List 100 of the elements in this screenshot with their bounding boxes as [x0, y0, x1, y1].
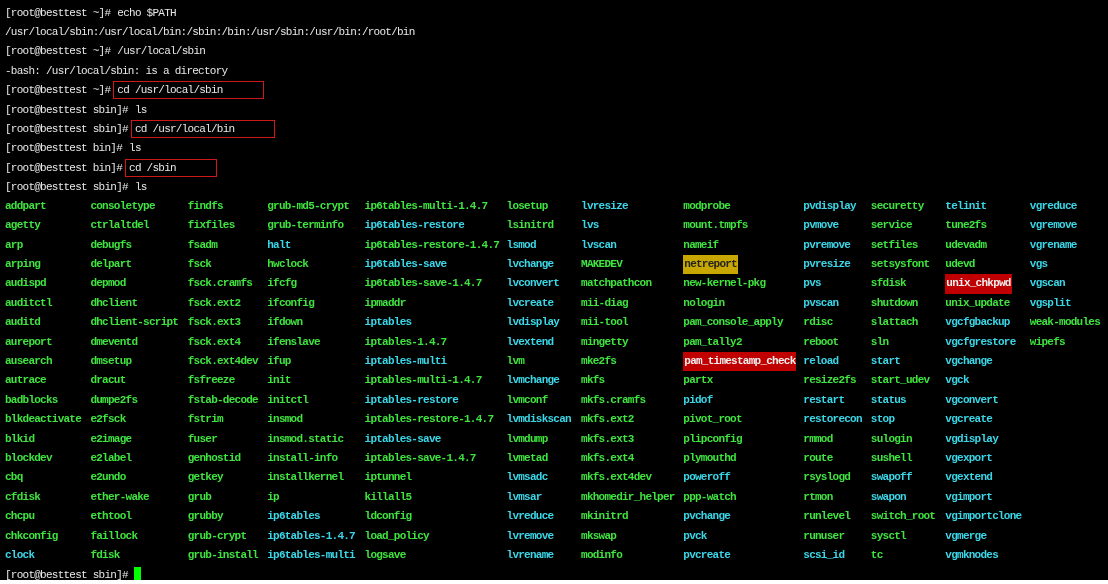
- command-text: /usr/local/sbin: [116, 44, 207, 60]
- file-name: ip6tables-restore: [364, 218, 464, 234]
- file-name: mkswap: [581, 528, 617, 544]
- file-name: vgmerge: [945, 528, 987, 544]
- file-name: e2label: [90, 451, 132, 466]
- highlighted-command: cd /usr/local/bin: [130, 120, 276, 139]
- shell-prompt: [root@besttest sbin]#: [5, 103, 128, 116]
- file-name: insmod: [267, 412, 303, 428]
- file-name: vgrename: [1029, 237, 1077, 253]
- file-name: pivot_root: [683, 412, 742, 428]
- file-name: agetty: [5, 218, 41, 234]
- file-name: securetty: [870, 198, 924, 214]
- file-name: autrace: [5, 373, 46, 389]
- file-name: lvmdiskscan: [506, 412, 571, 428]
- file-name: fsck.ext4: [187, 334, 241, 350]
- file-name: pvscan: [803, 295, 839, 311]
- file-name: iptables-restore-1.4.7: [364, 412, 494, 428]
- file-name: faillock: [90, 528, 138, 544]
- file-name: chcpu: [5, 509, 35, 525]
- file-name: auditctl: [5, 295, 52, 311]
- file-name: lvmconf: [506, 392, 548, 408]
- file-name: fdisk: [90, 547, 120, 563]
- file-name: arping: [5, 257, 41, 273]
- file-name: swapoff: [870, 470, 912, 486]
- file-name: vgremove: [1029, 218, 1077, 234]
- file-name: lvmchange: [506, 373, 560, 389]
- file-name: grub-install: [187, 547, 258, 563]
- file-name: dmeventd: [90, 334, 138, 350]
- file-name: udevadm: [945, 237, 987, 253]
- file-name: lvconvert: [506, 276, 560, 292]
- file-name: mkhomedir_helper: [581, 489, 675, 505]
- highlighted-command: cd /sbin: [125, 158, 217, 177]
- shell-prompt: [root@besttest sbin]#: [5, 569, 128, 580]
- file-name: mke2fs: [581, 354, 617, 370]
- output-line: -bash: /usr/local/sbin: is a directory: [5, 64, 228, 77]
- file-name: hwclock: [267, 257, 309, 273]
- file-name: arp: [5, 237, 23, 253]
- file-name: pvck: [683, 528, 707, 544]
- file-name: pvcreate: [683, 547, 731, 563]
- file-name: fuser: [187, 431, 217, 447]
- file-name: sln: [870, 334, 889, 350]
- file-name: dracut: [90, 373, 126, 389]
- file-name: unix_update: [945, 295, 1010, 311]
- file-name: fsck.ext3: [187, 315, 241, 331]
- file-name: mingetty: [581, 334, 628, 350]
- file-name: delpart: [90, 257, 132, 273]
- file-name: lvremove: [506, 528, 554, 544]
- file-name: halt: [267, 237, 291, 253]
- file-name: iptables-multi: [364, 354, 447, 370]
- file-name: service: [870, 218, 912, 234]
- file-name: sulogin: [870, 431, 912, 447]
- file-name: killall5: [364, 489, 412, 505]
- file-name: plymouthd: [683, 451, 736, 466]
- file-name: audispd: [5, 276, 46, 292]
- file-name: lvs: [581, 218, 599, 234]
- shell-prompt: [root@besttest ~]#: [5, 45, 111, 58]
- file-name: mkfs: [581, 373, 605, 389]
- file-name: initctl: [267, 392, 309, 408]
- file-name: mount.tmpfs: [683, 218, 748, 234]
- file-name: lsinitrd: [506, 218, 554, 234]
- file-name: sushell: [870, 451, 912, 466]
- file-name: ip6tables-1.4.7: [267, 528, 355, 544]
- file-name: weak-modules: [1029, 315, 1100, 331]
- file-name: cbq: [5, 470, 23, 486]
- file-name: vgreduce: [1029, 198, 1077, 214]
- file-name: setfiles: [870, 237, 918, 253]
- file-name: ldconfig: [364, 509, 412, 525]
- file-name: shutdown: [870, 295, 918, 311]
- file-name: reload: [803, 354, 839, 370]
- file-name: ip: [267, 489, 279, 505]
- file-name: fsck: [187, 257, 212, 273]
- file-name: ip6tables-multi: [267, 547, 355, 563]
- file-name: nameif: [683, 237, 719, 253]
- file-name: pvdisplay: [803, 198, 856, 214]
- file-name: scsi_id: [803, 547, 845, 563]
- file-name: new-kernel-pkg: [683, 276, 766, 292]
- file-name: vgcfgrestore: [945, 334, 1016, 350]
- file-name: insmod.static: [267, 431, 344, 447]
- file-name: dhclient-script: [90, 315, 179, 331]
- file-name: blkdeactivate: [5, 412, 82, 428]
- file-name: swapon: [870, 489, 906, 505]
- file-name: mii-diag: [581, 295, 628, 311]
- file-name: fsck.cramfs: [187, 276, 253, 292]
- shell-prompt: [root@besttest sbin]#: [5, 181, 128, 194]
- file-name: sfdisk: [870, 276, 906, 292]
- file-name: ethtool: [90, 509, 132, 525]
- file-name: install-info: [267, 451, 338, 466]
- file-name: vgdisplay: [945, 431, 999, 447]
- file-name: lvrename: [506, 547, 554, 563]
- file-name: mkinitrd: [581, 509, 628, 525]
- file-name: vgextend: [945, 470, 993, 486]
- file-name: runuser: [803, 528, 845, 544]
- file-name: mkfs.ext4: [581, 451, 634, 466]
- file-name: ipmaddr: [364, 295, 406, 311]
- file-name: fstab-decode: [187, 392, 258, 408]
- file-name: mkfs.ext2: [581, 412, 634, 428]
- file-name: ifcfg: [267, 276, 297, 292]
- file-name: genhostid: [187, 451, 241, 466]
- file-name: iptables-save-1.4.7: [364, 451, 476, 466]
- file-name: lvscan: [581, 237, 617, 253]
